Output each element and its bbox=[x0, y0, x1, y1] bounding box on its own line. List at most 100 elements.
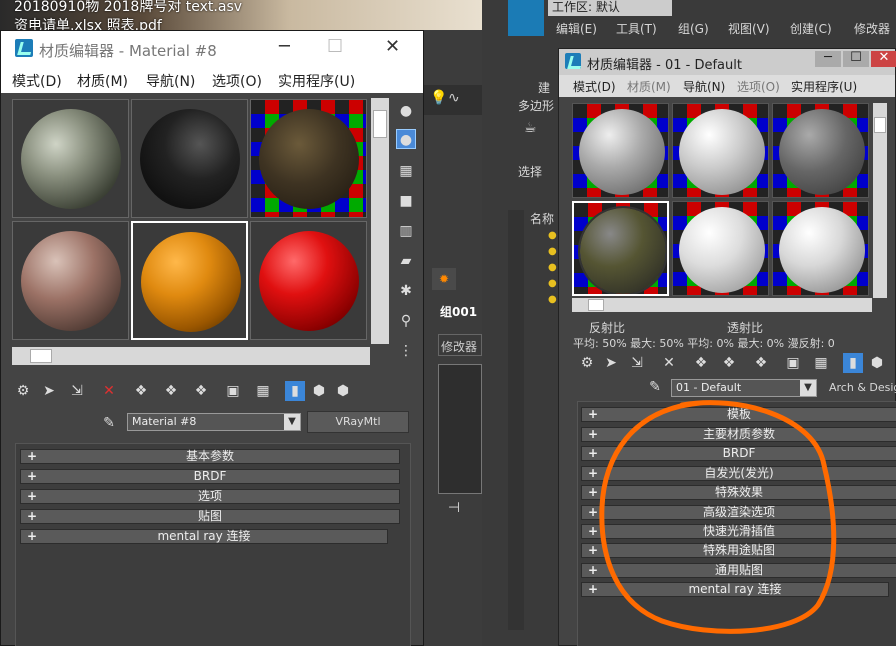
minimize-icon[interactable]: ─ bbox=[279, 37, 290, 57]
menu-mode[interactable]: 模式(D) bbox=[573, 78, 616, 95]
menu-create[interactable]: 创建(C) bbox=[790, 20, 832, 37]
material-slot-3[interactable] bbox=[250, 99, 367, 218]
scrollbar-thumb[interactable] bbox=[588, 299, 604, 311]
chevron-down-icon[interactable]: ▼ bbox=[284, 414, 300, 430]
reset-map-icon[interactable]: ✕ bbox=[659, 353, 679, 373]
modifier-list-field[interactable]: 修改器 bbox=[438, 334, 482, 356]
material-slot-2[interactable] bbox=[131, 99, 248, 218]
material-id-channel-icon[interactable]: ▣ bbox=[223, 381, 243, 401]
show-shaded-material-icon[interactable]: ▦ bbox=[811, 353, 831, 373]
rollout-general-maps[interactable]: + 通用贴图 bbox=[581, 563, 896, 578]
maximize-icon[interactable]: ☐ bbox=[843, 51, 869, 67]
light-icon[interactable]: 💡 bbox=[430, 90, 447, 106]
menu-utilities[interactable]: 实用程序(U) bbox=[278, 71, 355, 91]
menu-options[interactable]: 选项(O) bbox=[737, 78, 780, 95]
sample-uv-tiling-icon[interactable]: ■ bbox=[396, 191, 416, 211]
put-to-scene-icon[interactable]: ➤ bbox=[39, 381, 59, 401]
modifier-stack[interactable] bbox=[438, 364, 482, 494]
material-slot-4[interactable] bbox=[572, 201, 669, 296]
menu-material[interactable]: 材质(M) bbox=[77, 71, 128, 91]
scrollbar-thumb[interactable] bbox=[874, 117, 886, 133]
make-unique-icon[interactable]: ❖ bbox=[161, 381, 181, 401]
menu-mode[interactable]: 模式(D) bbox=[12, 71, 62, 91]
material-slot-6[interactable] bbox=[772, 201, 869, 296]
menu-options[interactable]: 选项(O) bbox=[212, 71, 262, 91]
title-bar[interactable]: 材质编辑器 - Material #8 ─ ☐ ✕ bbox=[1, 31, 423, 67]
scene-select-label[interactable]: 选择 bbox=[518, 163, 542, 180]
close-icon[interactable]: ✕ bbox=[871, 51, 896, 67]
material-id-channel-icon[interactable]: ▣ bbox=[783, 353, 803, 373]
material-name-combo[interactable]: 01 - Default ▼ bbox=[671, 379, 817, 397]
slots-vertical-scrollbar[interactable] bbox=[371, 98, 389, 344]
copy-material-icon[interactable]: ❖ bbox=[131, 381, 151, 401]
get-material-icon[interactable]: ⚙ bbox=[13, 381, 33, 401]
material-type-button[interactable]: Arch & Design bbox=[829, 381, 896, 394]
teapot-icon[interactable]: ☕ bbox=[524, 120, 544, 140]
rollout-special-purpose-maps[interactable]: + 特殊用途贴图 bbox=[581, 543, 896, 558]
title-bar[interactable]: 材质编辑器 - 01 - Default ─ ☐ ✕ bbox=[559, 49, 896, 75]
rollout-mental-ray[interactable]: + mental ray 连接 bbox=[581, 582, 889, 597]
rollout-brdf[interactable]: + BRDF bbox=[581, 446, 896, 461]
background-checker-icon[interactable]: ▦ bbox=[396, 161, 416, 181]
reset-map-icon[interactable]: ✕ bbox=[99, 381, 119, 401]
workspace-combo[interactable]: 工作区: 默认 bbox=[548, 0, 672, 16]
put-to-library-icon[interactable]: ❖ bbox=[191, 381, 211, 401]
sample-type-icon[interactable]: ● bbox=[396, 101, 416, 121]
menu-views[interactable]: 视图(V) bbox=[728, 20, 770, 37]
show-end-result-icon[interactable]: ▮ bbox=[285, 381, 305, 401]
menu-edit[interactable]: 编辑(E) bbox=[556, 20, 597, 37]
show-end-result-icon[interactable]: ▮ bbox=[843, 353, 863, 373]
menu-modifiers[interactable]: 修改器 bbox=[854, 20, 890, 37]
menu-material[interactable]: 材质(M) bbox=[627, 78, 671, 95]
material-slot-4[interactable] bbox=[12, 221, 129, 340]
rollout-brdf[interactable]: + BRDF bbox=[20, 469, 400, 484]
menu-group[interactable]: 组(G) bbox=[678, 20, 709, 37]
rollout-fast-glossy-interp[interactable]: + 快速光滑插值 bbox=[581, 524, 896, 539]
menu-tools[interactable]: 工具(T) bbox=[616, 20, 657, 37]
scrollbar-thumb[interactable] bbox=[373, 110, 387, 138]
menu-navigation[interactable]: 导航(N) bbox=[146, 71, 195, 91]
material-slot-1[interactable] bbox=[12, 99, 129, 218]
rollout-self-illumination[interactable]: + 自发光(发光) bbox=[581, 466, 896, 481]
close-icon[interactable]: ✕ bbox=[385, 37, 400, 57]
scene-name-header[interactable]: 名称 bbox=[530, 210, 554, 227]
ribbon-poly-label[interactable]: 多边形 bbox=[518, 97, 554, 114]
copy-material-icon[interactable]: ❖ bbox=[691, 353, 711, 373]
slots-vertical-scrollbar[interactable] bbox=[873, 103, 887, 298]
assign-to-selection-icon[interactable]: ⇲ bbox=[627, 353, 647, 373]
make-preview-icon[interactable]: ▰ bbox=[396, 251, 416, 271]
go-to-parent-icon[interactable]: ⬢ bbox=[867, 353, 887, 373]
max-logo-icon[interactable] bbox=[508, 0, 544, 36]
go-forward-to-sibling-icon[interactable]: ⬢ bbox=[333, 381, 353, 401]
material-slot-1[interactable] bbox=[572, 103, 669, 198]
rollout-options[interactable]: + 选项 bbox=[20, 489, 400, 504]
pin-stack-icon[interactable]: ⊣ bbox=[444, 498, 464, 518]
options-icon[interactable]: ✱ bbox=[396, 281, 416, 301]
chevron-down-icon[interactable]: ▼ bbox=[800, 380, 816, 396]
get-material-icon[interactable]: ⚙ bbox=[577, 353, 597, 373]
rollout-maps[interactable]: + 贴图 bbox=[20, 509, 400, 524]
rollout-special-effects[interactable]: + 特殊效果 bbox=[581, 485, 896, 500]
go-to-parent-icon[interactable]: ⬢ bbox=[309, 381, 329, 401]
ribbon-build-label[interactable]: 建 bbox=[538, 79, 550, 96]
desktop-file-labels-row1[interactable]: 20180910物 2018牌号对 text.asv bbox=[14, 0, 242, 16]
backlight-icon[interactable]: ● bbox=[396, 129, 416, 149]
rollout-main-params[interactable]: + 主要材质参数 bbox=[581, 427, 896, 442]
pick-material-eyedropper-icon[interactable]: ✎ bbox=[99, 413, 119, 433]
material-slot-3[interactable] bbox=[772, 103, 869, 198]
rollout-advanced-rendering[interactable]: + 高级渲染选项 bbox=[581, 505, 896, 520]
show-shaded-material-icon[interactable]: ▦ bbox=[253, 381, 273, 401]
put-to-scene-icon[interactable]: ➤ bbox=[601, 353, 621, 373]
assign-to-selection-icon[interactable]: ⇲ bbox=[67, 381, 87, 401]
material-map-navigator-icon[interactable]: ⋮ bbox=[396, 341, 416, 361]
scene-explorer-toolbar[interactable] bbox=[508, 210, 524, 630]
menu-navigation[interactable]: 导航(N) bbox=[683, 78, 725, 95]
curve-editor-icon[interactable]: ∿ bbox=[448, 90, 460, 106]
material-slot-6[interactable] bbox=[250, 221, 367, 340]
minimize-icon[interactable]: ─ bbox=[815, 51, 841, 67]
menu-utilities[interactable]: 实用程序(U) bbox=[791, 78, 857, 95]
material-slot-2[interactable] bbox=[672, 103, 769, 198]
pick-material-eyedropper-icon[interactable]: ✎ bbox=[645, 377, 665, 397]
rollout-basic-params[interactable]: + 基本参数 bbox=[20, 449, 400, 464]
scrollbar-thumb[interactable] bbox=[30, 349, 52, 363]
